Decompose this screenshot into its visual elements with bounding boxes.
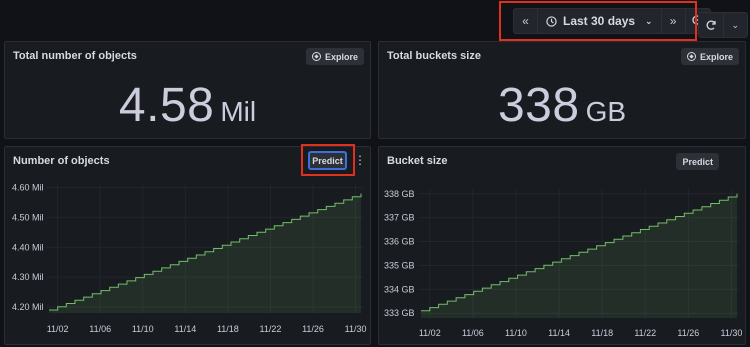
zoom-back-button[interactable]: « (514, 9, 538, 33)
dashboard-toolbar: « Last 30 days ⌄ » ⌄ (0, 4, 750, 38)
kebab-menu-icon[interactable]: ⋮ (354, 152, 366, 168)
stat-number: 4.58 (118, 79, 215, 132)
double-chevron-right-icon: » (669, 14, 677, 28)
refresh-icon (706, 20, 716, 30)
x-tick-label: 11/14 (548, 328, 570, 338)
explore-label: Explore (699, 51, 733, 62)
predict-button[interactable]: Predict (308, 151, 347, 170)
stat-number: 338 (497, 79, 580, 132)
x-tick-label: 11/30 (721, 328, 743, 338)
compass-icon (686, 52, 696, 61)
time-range-controls: « Last 30 days ⌄ » (513, 8, 711, 34)
time-range-label: Last 30 days (563, 14, 636, 28)
x-tick-label: 11/22 (260, 324, 282, 334)
explore-button[interactable]: Explore (680, 48, 739, 65)
panel-bucket-size: Bucket size Predict 333 GB 334 GB 335 GB 33… (378, 146, 746, 345)
x-tick-label: 11/06 (462, 328, 484, 338)
stat-value: 338 GB (379, 78, 745, 133)
x-tick-label: 11/10 (132, 324, 154, 334)
panel-total-objects: Total number of objects Explore 4.58 Mil (4, 41, 371, 139)
panel-total-buckets: Total buckets size Explore 338 GB (378, 41, 746, 139)
x-tick-label: 11/02 (47, 324, 69, 334)
panel-number-of-objects: Number of objects 4.20 Mil 4.30 Mil 4.40 M… (4, 146, 371, 345)
y-tick-label: 338 GB (384, 189, 415, 199)
chevron-down-icon: ⌄ (645, 15, 653, 26)
y-tick-label: 4.50 Mil (12, 212, 44, 222)
stat-unit: GB (585, 96, 627, 127)
panel-title: Total number of objects (13, 50, 137, 62)
y-tick-label: 4.20 Mil (12, 302, 44, 312)
refresh-button[interactable] (699, 13, 724, 37)
chevron-down-icon: ⌄ (731, 19, 740, 30)
x-tick-label: 11/30 (345, 324, 367, 334)
stat-value: 4.58 Mil (5, 78, 370, 133)
stat-unit: Mil (220, 96, 257, 127)
refresh-controls: ⌄ (698, 12, 748, 38)
y-tick-label: 4.40 Mil (12, 242, 44, 252)
compass-icon (311, 52, 321, 61)
y-tick-label: 336 GB (384, 237, 415, 247)
double-chevron-left-icon: « (522, 14, 529, 28)
clock-icon (546, 15, 557, 27)
x-tick-label: 11/18 (591, 328, 613, 338)
x-tick-label: 11/10 (505, 328, 527, 338)
y-tick-label: 337 GB (384, 213, 415, 223)
refresh-interval-dropdown[interactable]: ⌄ (724, 13, 748, 37)
explore-button[interactable]: Explore (305, 48, 364, 65)
bucket-size-chart: 333 GB 334 GB 335 GB 336 GB 337 GB 338 GB 11/0… (384, 189, 743, 338)
x-tick-label: 11/26 (302, 324, 324, 334)
zoom-forward-button[interactable]: » (662, 9, 686, 33)
x-tick-label: 11/06 (89, 324, 111, 334)
time-range-picker[interactable]: Last 30 days ⌄ (538, 9, 662, 33)
panel-title: Total buckets size (387, 50, 481, 62)
x-tick-label: 11/02 (419, 328, 441, 338)
number-of-objects-chart: 4.20 Mil 4.30 Mil 4.40 Mil 4.50 Mil 4.60 Mil… (12, 182, 367, 334)
explore-label: Explore (324, 51, 358, 62)
y-tick-label: 334 GB (384, 284, 415, 294)
x-tick-label: 11/14 (174, 324, 196, 334)
x-tick-label: 11/18 (217, 324, 239, 334)
x-tick-label: 11/22 (634, 328, 656, 338)
y-tick-label: 4.30 Mil (12, 272, 44, 282)
y-tick-label: 335 GB (384, 260, 415, 270)
y-tick-label: 333 GB (384, 308, 415, 318)
y-tick-label: 4.60 Mil (12, 182, 44, 192)
x-tick-label: 11/26 (677, 328, 699, 338)
